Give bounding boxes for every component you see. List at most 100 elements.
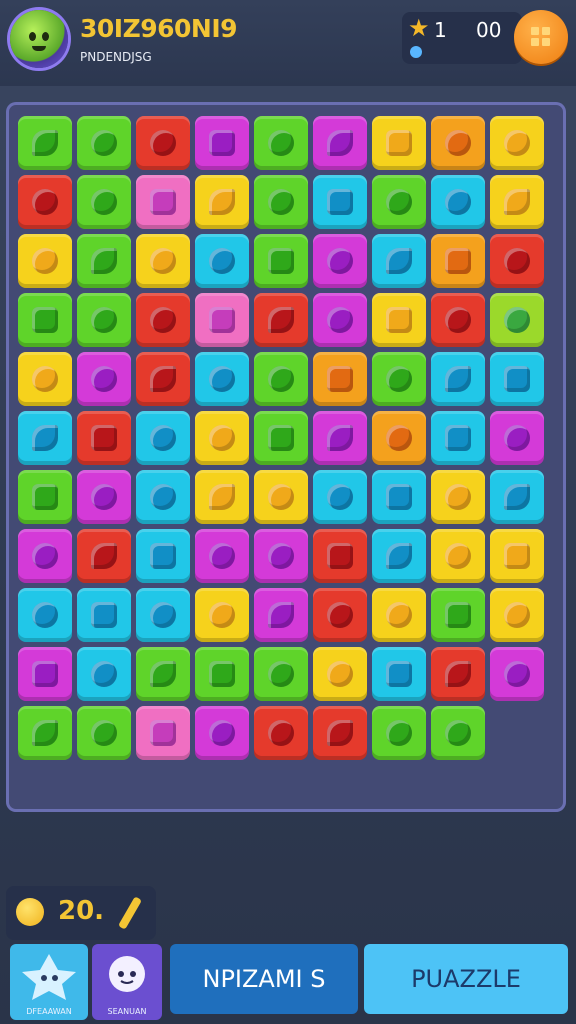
tile[interactable] xyxy=(254,411,308,465)
menu-button[interactable] xyxy=(514,10,568,64)
tile[interactable] xyxy=(431,706,485,760)
tile[interactable] xyxy=(431,411,485,465)
tile[interactable] xyxy=(372,234,426,288)
tile[interactable] xyxy=(313,116,367,170)
tile[interactable] xyxy=(313,234,367,288)
tile[interactable] xyxy=(372,470,426,524)
tile[interactable] xyxy=(195,352,249,406)
tile[interactable] xyxy=(490,470,544,524)
tile[interactable] xyxy=(136,588,190,642)
tile[interactable] xyxy=(431,588,485,642)
tile[interactable] xyxy=(431,352,485,406)
mode-button[interactable]: NPIZAMI S xyxy=(170,944,358,1014)
tile[interactable] xyxy=(136,234,190,288)
tile[interactable] xyxy=(77,234,131,288)
tile[interactable] xyxy=(136,529,190,583)
tile[interactable] xyxy=(136,647,190,701)
tile[interactable] xyxy=(18,234,72,288)
tile[interactable] xyxy=(254,706,308,760)
tile[interactable] xyxy=(136,411,190,465)
tile[interactable] xyxy=(254,116,308,170)
tile[interactable] xyxy=(254,470,308,524)
tile[interactable] xyxy=(254,234,308,288)
tile[interactable] xyxy=(195,293,249,347)
tile[interactable] xyxy=(313,706,367,760)
tile[interactable] xyxy=(313,411,367,465)
tile[interactable] xyxy=(18,470,72,524)
tile[interactable] xyxy=(372,293,426,347)
tile[interactable] xyxy=(77,293,131,347)
tile[interactable] xyxy=(431,470,485,524)
tile[interactable] xyxy=(18,529,72,583)
tile[interactable] xyxy=(490,588,544,642)
tile[interactable] xyxy=(18,411,72,465)
tile[interactable] xyxy=(313,529,367,583)
tile[interactable] xyxy=(431,116,485,170)
tile[interactable] xyxy=(18,175,72,229)
tile[interactable] xyxy=(77,352,131,406)
tile[interactable] xyxy=(195,234,249,288)
tile[interactable] xyxy=(254,352,308,406)
tile[interactable] xyxy=(77,706,131,760)
wand-icon[interactable] xyxy=(118,896,142,930)
tile[interactable] xyxy=(77,175,131,229)
tile[interactable] xyxy=(372,647,426,701)
tile[interactable] xyxy=(490,529,544,583)
tile[interactable] xyxy=(136,175,190,229)
tile[interactable] xyxy=(372,175,426,229)
tile[interactable] xyxy=(313,588,367,642)
tile[interactable] xyxy=(77,588,131,642)
tile[interactable] xyxy=(195,647,249,701)
tile[interactable] xyxy=(195,529,249,583)
tile[interactable] xyxy=(313,647,367,701)
tile[interactable] xyxy=(18,116,72,170)
tile[interactable] xyxy=(136,470,190,524)
tile[interactable] xyxy=(77,529,131,583)
tile[interactable] xyxy=(490,293,544,347)
tile[interactable] xyxy=(490,352,544,406)
tile[interactable] xyxy=(490,647,544,701)
tile[interactable] xyxy=(431,293,485,347)
tile[interactable] xyxy=(313,293,367,347)
tile[interactable] xyxy=(254,529,308,583)
tile[interactable] xyxy=(254,175,308,229)
tile[interactable] xyxy=(136,116,190,170)
tile[interactable] xyxy=(372,116,426,170)
tile[interactable] xyxy=(18,588,72,642)
tile[interactable] xyxy=(136,293,190,347)
tile[interactable] xyxy=(195,411,249,465)
tile[interactable] xyxy=(254,588,308,642)
tile[interactable] xyxy=(431,234,485,288)
player-avatar[interactable] xyxy=(10,10,68,68)
tile[interactable] xyxy=(77,470,131,524)
tile[interactable] xyxy=(195,116,249,170)
tile[interactable] xyxy=(372,706,426,760)
tile[interactable] xyxy=(372,411,426,465)
tile[interactable] xyxy=(136,352,190,406)
tile[interactable] xyxy=(490,411,544,465)
tile[interactable] xyxy=(313,352,367,406)
tile[interactable] xyxy=(18,293,72,347)
tile[interactable] xyxy=(372,529,426,583)
tile[interactable] xyxy=(313,175,367,229)
tile[interactable] xyxy=(254,647,308,701)
tile[interactable] xyxy=(490,175,544,229)
tile[interactable] xyxy=(431,529,485,583)
tile[interactable] xyxy=(490,116,544,170)
puzzle-button[interactable]: PUAZZLE xyxy=(364,944,568,1014)
tile[interactable] xyxy=(195,706,249,760)
tile[interactable] xyxy=(77,411,131,465)
tile[interactable] xyxy=(431,175,485,229)
tile[interactable] xyxy=(77,116,131,170)
tile[interactable] xyxy=(195,588,249,642)
tile[interactable] xyxy=(490,234,544,288)
tile[interactable] xyxy=(372,588,426,642)
tile[interactable] xyxy=(18,706,72,760)
tile[interactable] xyxy=(313,470,367,524)
tile[interactable] xyxy=(431,647,485,701)
tile[interactable] xyxy=(195,470,249,524)
tile[interactable] xyxy=(195,175,249,229)
tile[interactable] xyxy=(18,647,72,701)
tile[interactable] xyxy=(254,293,308,347)
tile[interactable] xyxy=(136,706,190,760)
